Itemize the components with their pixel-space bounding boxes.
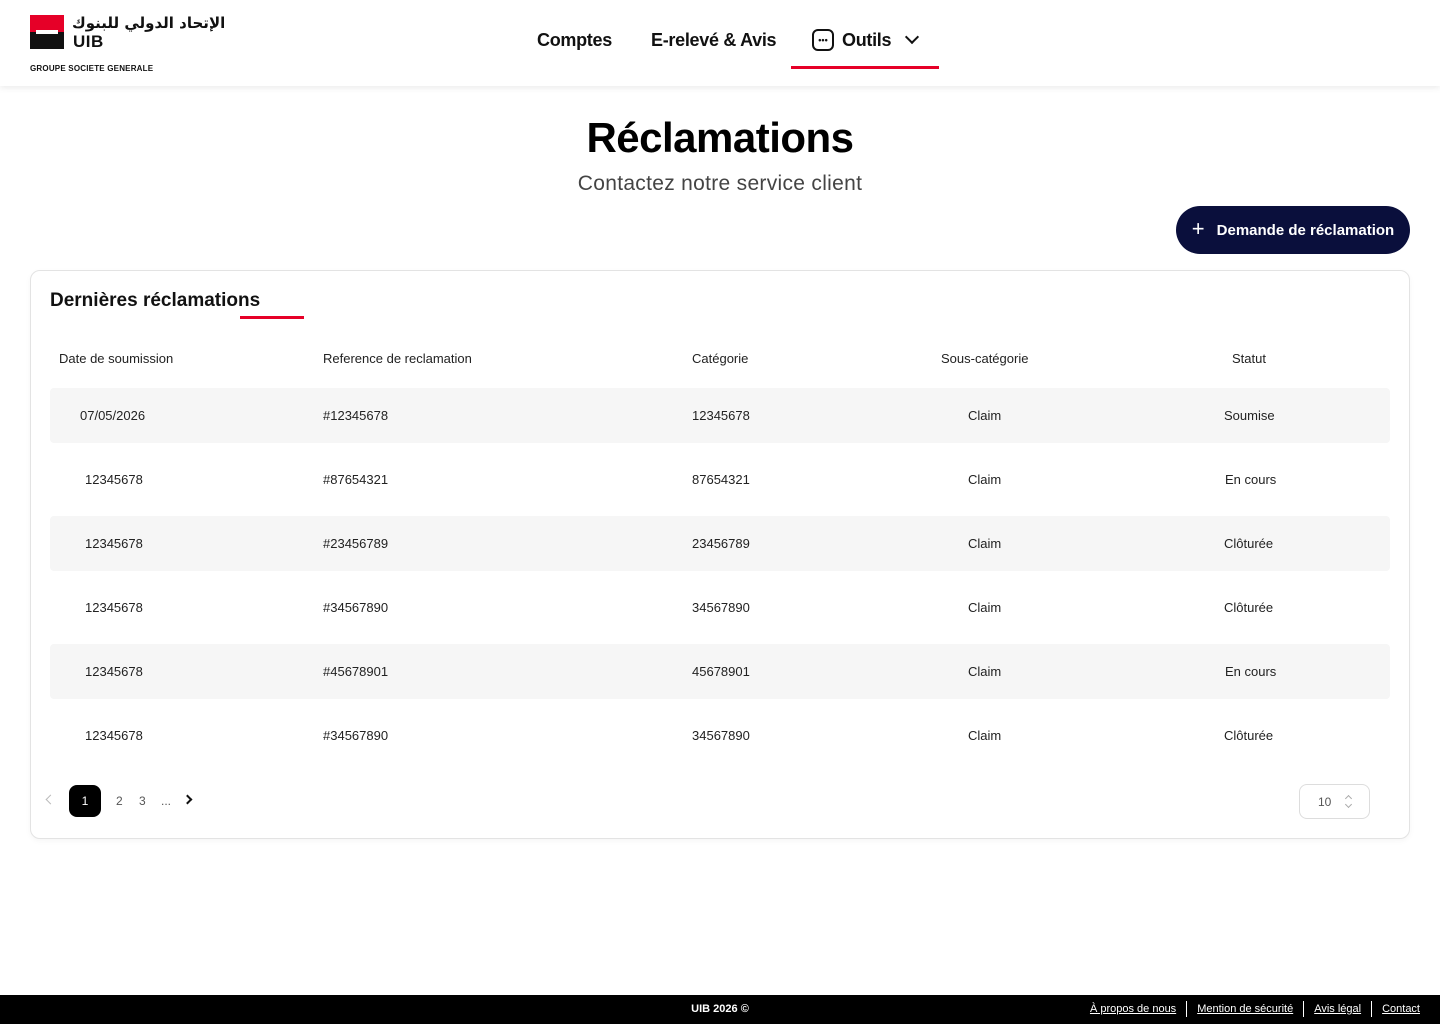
societe-generale-logo-mark <box>30 15 64 49</box>
column-header-reference: Reference de reclamation <box>323 351 472 366</box>
cell-subcategory: Claim <box>968 664 1002 679</box>
column-header-status: Statut <box>1232 351 1266 366</box>
new-claim-button-label: Demande de réclamation <box>1216 221 1395 239</box>
table-row[interactable]: 12345678 #87654321 87654321 Claim En cou… <box>50 452 1390 507</box>
cell-subcategory: Claim <box>968 600 1002 615</box>
cell-date: 12345678 <box>85 536 143 551</box>
cell-category: 12345678 <box>692 408 750 423</box>
cell-status: Clôturée <box>1224 728 1274 743</box>
new-claim-button[interactable]: + Demande de réclamation <box>1176 206 1410 254</box>
logo-arabic-text: الإتحاد الدولي للبنوك <box>72 14 226 32</box>
chevron-left-icon[interactable] <box>45 794 56 805</box>
cell-status: Clôturée <box>1224 536 1274 551</box>
page-ellipsis: ... <box>161 794 172 808</box>
cell-status: Soumise <box>1224 408 1275 423</box>
column-header-category: Catégorie <box>692 351 749 366</box>
cell-subcategory: Claim <box>968 536 1002 551</box>
table-row[interactable]: 12345678 #34567890 34567890 Claim Clôtur… <box>50 708 1390 763</box>
cell-reference: #45678901 <box>323 664 389 679</box>
rows-per-page-select[interactable]: 10 <box>1299 784 1370 819</box>
uib-logo[interactable]: الإتحاد الدولي للبنوك UIB GROUPE SOCIETE… <box>30 14 230 76</box>
table-row[interactable]: 12345678 #34567890 34567890 Claim Clôtur… <box>50 580 1390 635</box>
cell-subcategory: Claim <box>968 408 1002 423</box>
cell-reference: #34567890 <box>323 600 389 615</box>
cell-subcategory: Claim <box>968 728 1002 743</box>
footer-link-about[interactable]: À propos de nous <box>1080 1001 1186 1017</box>
active-nav-indicator <box>791 66 939 69</box>
table-row[interactable]: 07/05/2026 #12345678 12345678 Claim Soum… <box>50 388 1390 443</box>
column-header-date: Date de soumission <box>59 351 174 366</box>
cell-reference: #87654321 <box>323 472 389 487</box>
page-button-current[interactable]: 1 <box>69 785 101 817</box>
card-title-underline <box>240 316 304 319</box>
logo-group-text: GROUPE SOCIETE GENERALE <box>30 64 154 73</box>
nav-item-outils[interactable]: ••• Outils <box>812 29 920 51</box>
cell-reference: #23456789 <box>323 536 389 551</box>
footer-link-contact[interactable]: Contact <box>1371 1001 1430 1017</box>
cell-date: 12345678 <box>85 600 143 615</box>
footer-link-security[interactable]: Mention de sécurité <box>1186 1001 1303 1017</box>
nav-item-comptes[interactable]: Comptes <box>537 30 612 51</box>
chat-bubble-icon: ••• <box>812 29 834 51</box>
chevron-right-icon[interactable] <box>182 794 193 805</box>
cell-date: 12345678 <box>85 664 143 679</box>
cell-category: 34567890 <box>692 728 750 743</box>
cell-category: 87654321 <box>692 472 750 487</box>
chevron-down-icon <box>905 29 920 45</box>
card-title: Dernières réclamations <box>50 290 261 311</box>
table-row[interactable]: 12345678 #23456789 23456789 Claim Clôtur… <box>50 516 1390 571</box>
footer: UIB 2026 © À propos de nous Mention de s… <box>0 995 1440 1024</box>
cell-reference: #12345678 <box>323 408 389 423</box>
page-button[interactable]: 3 <box>139 794 146 808</box>
column-header-subcategory: Sous-catégorie <box>941 351 1029 366</box>
cell-category: 23456789 <box>692 536 750 551</box>
cell-date: 07/05/2026 <box>80 408 146 423</box>
plus-icon: + <box>1191 216 1205 241</box>
page-title: Réclamations <box>586 114 854 161</box>
page-subtitle: Contactez notre service client <box>577 172 863 195</box>
cell-date: 12345678 <box>85 472 143 487</box>
cell-category: 45678901 <box>692 664 750 679</box>
top-header: الإتحاد الدولي للبنوك UIB GROUPE SOCIETE… <box>0 0 1440 86</box>
page-button[interactable]: 2 <box>116 794 123 808</box>
cell-subcategory: Claim <box>968 472 1002 487</box>
cell-status: En cours <box>1225 664 1277 679</box>
cell-category: 34567890 <box>692 600 750 615</box>
footer-link-legal[interactable]: Avis légal <box>1303 1001 1371 1017</box>
cell-status: En cours <box>1225 472 1277 487</box>
rows-per-page-value: 10 <box>1318 794 1332 809</box>
cell-status: Clôturée <box>1224 600 1274 615</box>
nav-item-ereleve[interactable]: E-relevé & Avis <box>651 30 777 51</box>
logo-uib-text: UIB <box>73 32 104 51</box>
table-row[interactable]: 12345678 #45678901 45678901 Claim En cou… <box>50 644 1390 699</box>
nav-item-outils-label: Outils <box>842 29 892 50</box>
cell-reference: #34567890 <box>323 728 389 743</box>
up-down-arrows-icon <box>1344 794 1353 809</box>
footer-links: À propos de nous Mention de sécurité Avi… <box>1080 1001 1430 1017</box>
cell-date: 12345678 <box>85 728 143 743</box>
claims-card: Dernières réclamations Date de soumissio… <box>30 270 1410 839</box>
